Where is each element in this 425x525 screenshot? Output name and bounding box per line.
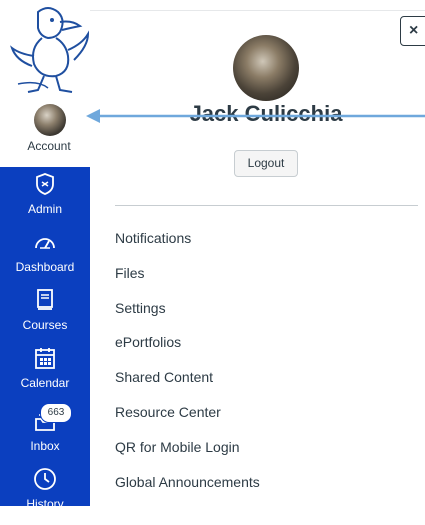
nav-item-history[interactable]: History xyxy=(0,467,90,525)
account-avatar[interactable] xyxy=(34,104,66,136)
nav-item-admin[interactable]: Admin xyxy=(0,172,90,230)
nav-item-label: Calendar xyxy=(20,376,70,390)
logout-button[interactable]: Logout xyxy=(234,150,298,177)
nav-item-label: Courses xyxy=(22,318,68,332)
nav-item-account-label[interactable]: Account xyxy=(0,139,98,153)
nav-item-courses[interactable]: Courses xyxy=(0,288,90,346)
nav-item-label: Inbox xyxy=(30,439,60,453)
link-global-announcements[interactable]: Global Announcements xyxy=(115,473,260,508)
link-qr-mobile-login[interactable]: QR for Mobile Login xyxy=(115,438,260,473)
nav-item-label: Dashboard xyxy=(15,260,75,274)
nav-item-label: Admin xyxy=(27,202,62,216)
clock-icon xyxy=(34,468,56,490)
nav-header: Account xyxy=(0,0,90,167)
global-nav: Admin Dashboard Courses Calendar 663 Inb… xyxy=(0,167,90,511)
close-icon: × xyxy=(409,22,419,39)
account-links-list: Notifications Files Settings ePortfolios… xyxy=(115,229,260,507)
link-notifications[interactable]: Notifications xyxy=(115,229,260,264)
close-tray-button[interactable]: × xyxy=(400,16,425,46)
dashboard-gauge-icon xyxy=(35,238,55,249)
shield-icon xyxy=(36,173,54,195)
nav-item-inbox[interactable]: 663 Inbox xyxy=(0,403,90,467)
nav-item-label: History xyxy=(26,497,64,511)
user-name: Jack Culicchia xyxy=(189,101,343,126)
link-files[interactable]: Files xyxy=(115,264,260,299)
nav-item-dashboard[interactable]: Dashboard xyxy=(0,230,90,288)
link-eportfolios[interactable]: ePortfolios xyxy=(115,333,260,368)
nav-item-calendar[interactable]: Calendar xyxy=(0,346,90,404)
tray-top-border xyxy=(90,10,425,11)
divider xyxy=(115,205,418,206)
unread-count-badge: 663 xyxy=(40,403,72,423)
link-settings[interactable]: Settings xyxy=(115,299,260,334)
link-resource-center[interactable]: Resource Center xyxy=(115,403,260,438)
profile-avatar[interactable] xyxy=(233,35,299,101)
courses-book-icon xyxy=(37,289,53,310)
link-shared-content[interactable]: Shared Content xyxy=(115,368,260,403)
calendar-icon xyxy=(35,348,55,369)
mascot-logo[interactable] xyxy=(8,4,92,96)
